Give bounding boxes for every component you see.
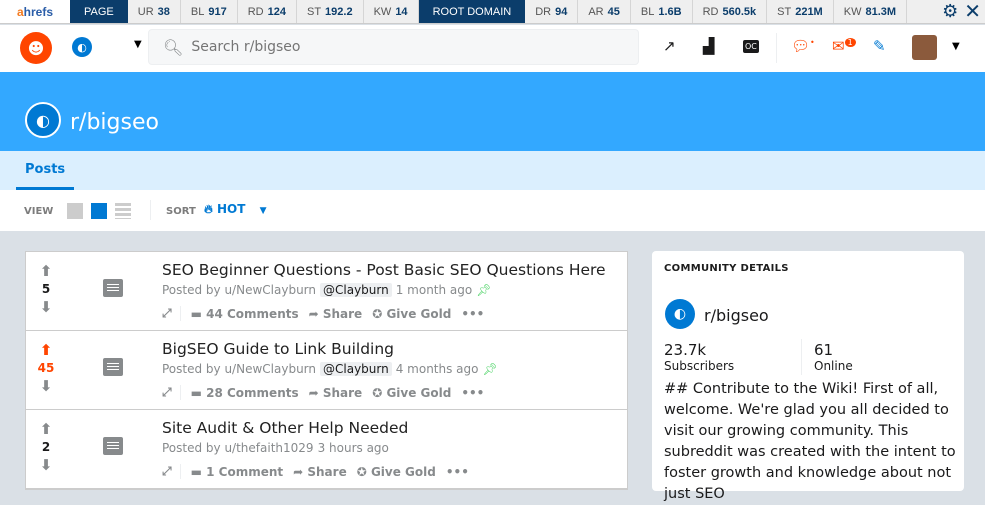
view-sort-bar: VIEW SORT 🔥︎ HOT ▼ bbox=[0, 190, 985, 231]
view-classic-icon[interactable] bbox=[91, 203, 107, 219]
metric-rd[interactable]: RD 124 bbox=[238, 0, 297, 23]
pin-icon: 📌︎ bbox=[482, 362, 498, 376]
avatar[interactable] bbox=[912, 35, 937, 60]
expand-icon[interactable]: ⤢ bbox=[162, 385, 181, 400]
comments-button[interactable]: ▬ 28 Comments bbox=[191, 386, 299, 400]
root-domain-label: ROOT DOMAIN bbox=[418, 0, 526, 23]
view-compact-icon[interactable] bbox=[115, 203, 131, 219]
post-author[interactable]: Posted by u/thefaith1029 bbox=[162, 441, 314, 455]
post-title[interactable]: Site Audit & Other Help Needed bbox=[162, 419, 408, 437]
metric-rd[interactable]: RD 560.5k bbox=[693, 0, 768, 23]
metric-dr[interactable]: DR 94 bbox=[525, 0, 579, 23]
share-button[interactable]: ➦ Share bbox=[309, 386, 363, 400]
subreddit-icon: ◐ bbox=[665, 299, 695, 329]
subreddit-icon[interactable]: ◐ bbox=[72, 37, 92, 57]
user-dropdown-icon[interactable]: ▼ bbox=[952, 41, 960, 52]
close-icon[interactable]: ✕ bbox=[964, 0, 981, 24]
comments-button[interactable]: ▬ 1 Comment bbox=[191, 465, 284, 479]
metric-kw[interactable]: KW 81.3M bbox=[834, 0, 908, 23]
search-icon: 🔍︎ bbox=[163, 37, 184, 57]
metric-ar[interactable]: AR 45 bbox=[578, 0, 631, 23]
post-list: ⬆ 5 ⬇ SEO Beginner Questions - Post Basic … bbox=[25, 251, 628, 490]
post-title[interactable]: BigSEO Guide to Link Building bbox=[162, 340, 394, 358]
more-options-icon[interactable]: ••• bbox=[461, 307, 484, 321]
page-label: PAGE bbox=[70, 0, 128, 23]
more-options-icon[interactable]: ••• bbox=[446, 465, 469, 479]
tab-posts[interactable]: Posts bbox=[16, 151, 75, 190]
upvote-icon[interactable]: ⬆ bbox=[26, 341, 66, 359]
chat-icon[interactable]: 💬︎• bbox=[791, 37, 815, 55]
user-flair: @Clayburn bbox=[320, 362, 392, 376]
ahrefs-logo[interactable]: a hrefs bbox=[0, 0, 70, 23]
search-input[interactable] bbox=[191, 39, 592, 55]
share-button[interactable]: ➦ Share bbox=[309, 307, 363, 321]
downvote-icon[interactable]: ⬇ bbox=[26, 377, 66, 395]
post-title[interactable]: SEO Beginner Questions - Post Basic SEO … bbox=[162, 261, 606, 279]
subreddit-banner: ◐ r/bigseo bbox=[0, 72, 985, 151]
text-post-icon[interactable] bbox=[103, 279, 123, 297]
give-gold-button[interactable]: ✪ Give Gold bbox=[372, 307, 451, 321]
downvote-icon[interactable]: ⬇ bbox=[26, 298, 66, 316]
metric-st[interactable]: ST 221M bbox=[767, 0, 834, 23]
post-time: 3 hours ago bbox=[317, 441, 389, 455]
post-time: 1 month ago bbox=[395, 283, 473, 297]
subreddit-icon: ◐ bbox=[25, 102, 61, 138]
post-item[interactable]: ⬆ 5 ⬇ SEO Beginner Questions - Post Basic … bbox=[26, 252, 627, 331]
give-gold-button[interactable]: ✪ Give Gold bbox=[372, 386, 451, 400]
metric-ur[interactable]: UR 38 bbox=[128, 0, 181, 23]
search-bar[interactable]: 🔍︎ bbox=[148, 29, 639, 65]
metric-kw[interactable]: KW 14 bbox=[364, 0, 419, 23]
upvote-icon[interactable]: ⬆ bbox=[26, 262, 66, 280]
gear-icon[interactable]: ⚙ bbox=[942, 1, 958, 22]
comments-button[interactable]: ▬ 44 Comments bbox=[191, 307, 299, 321]
create-post-icon[interactable]: ✎ bbox=[873, 37, 886, 55]
metric-st[interactable]: ST 192.2 bbox=[297, 0, 364, 23]
view-card-icon[interactable] bbox=[67, 203, 83, 219]
expand-icon[interactable]: ⤢ bbox=[162, 306, 181, 321]
post-time: 4 months ago bbox=[395, 362, 479, 376]
oc-icon[interactable]: OC bbox=[743, 40, 759, 53]
mail-icon[interactable]: ✉ 1 bbox=[832, 37, 856, 55]
popular-icon[interactable]: ▟ bbox=[703, 37, 715, 55]
user-flair: @Clayburn bbox=[320, 283, 392, 297]
upvote-icon[interactable]: ⬆ bbox=[26, 420, 66, 438]
post-item[interactable]: ⬆ 2 ⬇ Site Audit & Other Help Needed Poste… bbox=[26, 410, 627, 489]
vote-count: 5 bbox=[41, 282, 51, 296]
ahrefs-toolbar: a hrefs PAGE UR 38 BL 917 RD 124 ST 192.2 KW 14 RO… bbox=[0, 0, 985, 24]
give-gold-button[interactable]: ✪ Give Gold bbox=[357, 465, 436, 479]
community-dropdown-icon[interactable]: ▼ bbox=[134, 39, 142, 50]
community-details: COMMUNITY DETAILS ◐ r/bigseo 23.7k Subscr… bbox=[652, 251, 964, 502]
pin-icon: 📌︎ bbox=[476, 283, 492, 297]
sort-dropdown[interactable]: 🔥︎ HOT ▼ bbox=[204, 202, 267, 217]
vote-count: 45 bbox=[37, 361, 55, 375]
subreddit-title: r/bigseo bbox=[70, 110, 159, 135]
reddit-logo-icon[interactable]: ☻ bbox=[20, 32, 52, 64]
chevron-down-icon: ▼ bbox=[259, 206, 267, 216]
text-post-icon[interactable] bbox=[103, 358, 123, 376]
flame-icon: 🔥︎ bbox=[204, 202, 213, 216]
reddit-header: ☻ ◐ ▼ 🔍︎ ↗ ▟ OC 💬︎• ✉1 ✎ ▼ bbox=[0, 25, 985, 72]
share-button[interactable]: ➦ Share bbox=[293, 465, 347, 479]
metric-bl[interactable]: BL 1.6B bbox=[631, 0, 693, 23]
downvote-icon[interactable]: ⬇ bbox=[26, 456, 66, 474]
post-author[interactable]: Posted by u/NewClayburn bbox=[162, 362, 316, 376]
post-item[interactable]: ⬆ 45 ⬇ BigSEO Guide to Link Building Poste… bbox=[26, 331, 627, 410]
vote-count: 2 bbox=[41, 440, 51, 454]
text-post-icon[interactable] bbox=[103, 437, 123, 455]
trending-icon[interactable]: ↗ bbox=[663, 37, 676, 55]
metric-bl[interactable]: BL 917 bbox=[181, 0, 238, 23]
more-options-icon[interactable]: ••• bbox=[461, 386, 484, 400]
expand-icon[interactable]: ⤢ bbox=[162, 464, 181, 479]
post-author[interactable]: Posted by u/NewClayburn bbox=[162, 283, 316, 297]
